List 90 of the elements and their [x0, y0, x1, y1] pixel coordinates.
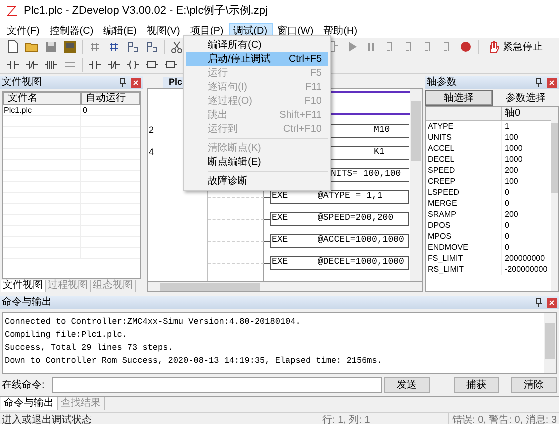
- menu-item[interactable]: 窗口(W): [272, 22, 319, 38]
- circle-icon[interactable]: [459, 40, 473, 54]
- menu-item[interactable]: 编辑(E): [98, 22, 142, 38]
- status-message: 进入或退出调试状态: [2, 414, 93, 424]
- close-icon[interactable]: [547, 78, 557, 88]
- table-cell: MPOS: [426, 231, 502, 242]
- command-button[interactable]: 发送: [384, 377, 430, 393]
- instruction-label: EXE: [271, 212, 290, 226]
- scissors-icon[interactable]: [170, 40, 184, 54]
- hand-icon: [488, 41, 500, 54]
- instruction-argument: @ATYPE = 1,1: [318, 190, 383, 204]
- table-cell: LSPEED: [426, 187, 502, 198]
- table-cell-text: 1000: [504, 143, 524, 154]
- table-cell: ACCEL: [426, 143, 502, 154]
- menu-item[interactable]: 视图(V): [142, 22, 186, 38]
- pin-icon[interactable]: [119, 78, 127, 87]
- panel-tab[interactable]: 文件视图: [1, 280, 46, 292]
- pin-icon[interactable]: [535, 298, 543, 307]
- output-line: Compiling file:Plc1.plc.: [5, 329, 128, 342]
- column-header[interactable]: 文件名: [3, 92, 81, 105]
- panel-tab[interactable]: 命令与输出: [1, 397, 58, 410]
- table-cell: DPOS: [426, 220, 502, 231]
- panel-title: 命令与输出: [2, 296, 53, 310]
- cursor-position: 行: 1, 列: 1: [322, 414, 372, 424]
- menu-item[interactable]: 启动/停止调试 Ctrl+F5: [186, 52, 328, 66]
- command-button[interactable]: 清除: [511, 377, 557, 393]
- table-cell: MERGE: [426, 198, 502, 209]
- vertical-scrollbar[interactable]: [544, 313, 556, 373]
- line-number: 2: [148, 124, 156, 138]
- output-line: Down to Controller Rom Success, 2020-08-13 14:19:35, Elapsed time: 2156ms.: [5, 355, 384, 368]
- command-label: 在线命令:: [2, 378, 46, 392]
- table-cell-text: -200000000: [504, 264, 549, 275]
- message-counts: 错误: 0, 警告: 0, 消息: 3: [448, 412, 557, 424]
- table-cell-text: 200: [504, 165, 520, 176]
- table-cell: RS_LIMIT: [426, 264, 502, 275]
- table-cell-text: 200: [504, 209, 520, 220]
- menu-item[interactable]: 编译所有(C): [186, 38, 328, 52]
- table-cell: DECEL: [426, 154, 502, 165]
- app-logo-icon: [6, 5, 18, 17]
- menu-item[interactable]: 控制器(C): [44, 22, 99, 38]
- instruction-argument: @ACCEL=1000,1000: [318, 234, 404, 248]
- document-icon[interactable]: [6, 40, 20, 54]
- command-button[interactable]: 捕获: [454, 377, 500, 393]
- instruction-argument: @SPEED=200,200: [318, 212, 394, 226]
- output-line: Connected to Controller:ZMC4xx-Simu Version:4.80-20180104.: [5, 316, 302, 329]
- table-cell: Plc1.plc: [3, 105, 81, 115]
- command-input-field[interactable]: [52, 377, 382, 393]
- close-icon[interactable]: [547, 298, 557, 308]
- table-cell: UNITS: [426, 132, 502, 143]
- table-cell-text: 0: [504, 220, 510, 231]
- window-title: Plc1.plc - ZDevelop V3.00.02 - E:\plc例子\示例.zpj: [24, 4, 268, 19]
- table-cell-text: 0: [504, 187, 510, 198]
- tab-button[interactable]: 轴选择: [425, 90, 493, 106]
- table-cell-text: 0: [504, 198, 510, 209]
- horizontal-scrollbar[interactable]: [147, 282, 423, 292]
- close-icon[interactable]: [131, 78, 141, 88]
- instruction-label: EXE: [271, 234, 290, 248]
- line-number: 4: [148, 146, 156, 160]
- table-cell: FS_LIMIT: [426, 253, 502, 264]
- column-header[interactable]: 轴0: [502, 107, 551, 121]
- table-cell: SPEED: [426, 165, 502, 176]
- output-line: Success, Total 29 lines 73 steps.: [5, 342, 174, 355]
- table-cell-text: 0: [504, 231, 510, 242]
- emergency-stop-button[interactable]: 紧急停止: [484, 38, 547, 56]
- vertical-scrollbar[interactable]: [550, 107, 558, 291]
- instruction-label: EXE: [271, 190, 290, 204]
- menu-item[interactable]: 文件(F): [2, 22, 45, 38]
- scrollbar-thumb[interactable]: [545, 323, 555, 359]
- column-header[interactable]: 自动运行: [81, 92, 140, 105]
- table-cell-text: 200000000: [504, 253, 546, 264]
- table-cell-text: 1000: [504, 154, 524, 165]
- menu-item[interactable]: 帮助(H): [318, 22, 363, 38]
- table-cell: SRAMP: [426, 209, 502, 220]
- scrollbar-thumb[interactable]: [411, 101, 421, 161]
- table-cell-text: 100: [504, 132, 520, 143]
- scrollbar-thumb[interactable]: [160, 283, 260, 291]
- instruction-label: EXE: [271, 256, 290, 270]
- table-cell-text: 0: [82, 105, 88, 115]
- pin-icon[interactable]: [535, 78, 543, 87]
- table-cell-text: 0: [504, 242, 510, 253]
- panel-title: 轴参数: [427, 76, 458, 90]
- table-cell: CREEP: [426, 176, 502, 187]
- table-cell-text: 1: [504, 121, 510, 132]
- panel-title: 文件视图: [2, 76, 43, 90]
- table-cell: ENDMOVE: [426, 242, 502, 253]
- scrollbar-thumb[interactable]: [550, 123, 558, 193]
- table-cell-text: 100: [504, 176, 520, 187]
- table-cell: ATYPE: [426, 121, 502, 132]
- vertical-scrollbar[interactable]: [410, 89, 422, 281]
- instruction-argument: @DECEL=1000,1000: [318, 256, 404, 270]
